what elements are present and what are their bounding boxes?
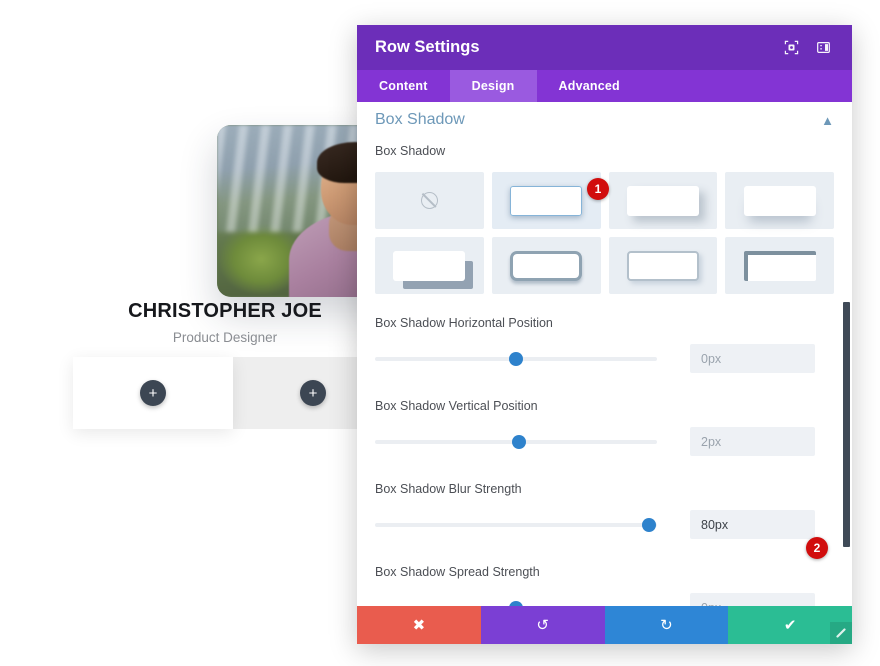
slider-label: Box Shadow Spread Strength [375, 565, 540, 579]
redo-icon: ↻ [660, 617, 673, 634]
preset-thumb [626, 250, 699, 281]
preset-thumb [743, 250, 816, 281]
slider-row-spread: 0px [357, 593, 852, 606]
layout-panel-icon[interactable] [812, 37, 834, 59]
tab-design[interactable]: Design [449, 70, 537, 102]
redo-button[interactable]: ↻ [604, 606, 729, 644]
undo-button[interactable]: ↺ [480, 606, 605, 644]
modal-tabs: Content Design Advanced [357, 70, 852, 102]
person-module: CHRISTOPHER JOE Product Designer [60, 110, 417, 350]
row-settings-modal: Row Settings Content Design Advanced Box… [357, 25, 852, 644]
close-icon: ✖ [412, 617, 426, 634]
resize-handle[interactable] [830, 622, 852, 644]
blur-strength-input[interactable]: 80px [690, 510, 815, 539]
spread-strength-input[interactable]: 0px [690, 593, 815, 606]
page-title: Row Settings [375, 38, 480, 56]
preset-thumb [393, 250, 466, 281]
preset-thumb [626, 185, 699, 216]
preset-outer-glow[interactable] [491, 172, 601, 229]
annotation-badge-1: 1 [587, 178, 609, 200]
slider-field-horizontal: Box Shadow Horizontal Position [357, 316, 852, 330]
box-shadow-field: Box Shadow [357, 129, 852, 158]
slider-label: Box Shadow Vertical Position [375, 399, 538, 413]
preset-thick-border[interactable] [491, 237, 601, 294]
box-shadow-label: Box Shadow [375, 144, 446, 158]
modal-body: Box Shadow ▲ Box Shadow 1 Box Shadow Hor… [357, 102, 852, 606]
spread-strength-slider[interactable] [375, 598, 657, 606]
preset-thumb [510, 185, 583, 216]
section-title-label: Box Shadow [375, 111, 465, 128]
module-row: + + [73, 357, 393, 429]
preset-bottom-blur[interactable] [725, 172, 834, 229]
slider-label: Box Shadow Blur Strength [375, 482, 522, 496]
no-shadow-icon [420, 192, 438, 209]
person-name: CHRISTOPHER JOE [128, 300, 322, 322]
add-module-icon[interactable]: + [140, 380, 166, 406]
check-icon: ✔ [783, 617, 797, 634]
modal-footer: ✖ ↺ ↻ ✔ [357, 606, 852, 644]
blur-strength-slider[interactable] [375, 515, 657, 535]
cancel-button[interactable]: ✖ [357, 606, 481, 644]
modal-header: Row Settings [357, 25, 852, 70]
slider-row-horizontal: 0px [357, 344, 852, 373]
preset-offset-soft[interactable] [608, 172, 718, 229]
module-column-left[interactable]: + [73, 357, 233, 429]
section-header-box-shadow[interactable]: Box Shadow ▲ [357, 102, 852, 129]
horizontal-position-slider[interactable] [375, 349, 657, 369]
preset-none[interactable] [375, 172, 484, 229]
slider-field-spread: Box Shadow Spread Strength [357, 565, 852, 579]
preset-corner-border[interactable] [725, 237, 834, 294]
tab-advanced[interactable]: Advanced [537, 70, 642, 102]
slider-row-vertical: 2px [357, 427, 852, 456]
tab-content[interactable]: Content [357, 70, 450, 102]
chevron-up-icon[interactable]: ▲ [821, 113, 834, 128]
slider-row-blur: 80px [357, 510, 852, 539]
preset-thumb [743, 185, 816, 216]
slider-knob[interactable] [641, 517, 656, 532]
slider-label: Box Shadow Horizontal Position [375, 316, 553, 330]
undo-icon: ↺ [536, 617, 549, 634]
slider-track [375, 522, 657, 527]
annotation-badge-2: 2 [806, 537, 828, 559]
vertical-position-slider[interactable] [375, 432, 657, 452]
person-role: Product Designer [172, 330, 278, 345]
slider-field-blur: Box Shadow Blur Strength [357, 482, 852, 496]
slider-field-vertical: Box Shadow Vertical Position [357, 399, 852, 413]
slider-knob[interactable] [511, 434, 526, 449]
box-shadow-preset-grid: 1 [375, 172, 834, 294]
preset-thin-border[interactable] [608, 237, 718, 294]
resize-diagonal-icon [836, 628, 846, 638]
add-module-icon[interactable]: + [300, 380, 326, 406]
preset-thumb [510, 250, 583, 281]
modal-scrollbar[interactable] [843, 302, 850, 547]
slider-knob[interactable] [509, 351, 523, 366]
horizontal-position-input[interactable]: 0px [690, 344, 815, 373]
preset-hard-offset[interactable] [375, 237, 484, 294]
focus-icon[interactable] [780, 37, 802, 59]
vertical-position-input[interactable]: 2px [690, 427, 815, 456]
